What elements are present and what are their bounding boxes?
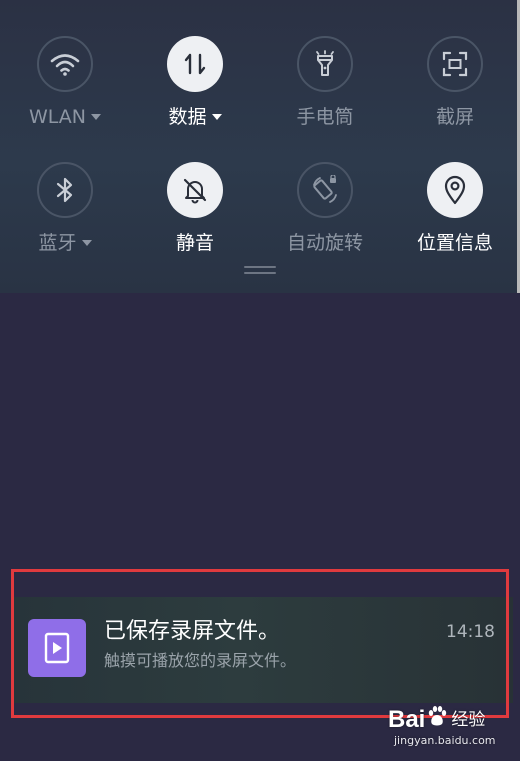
screenshot-icon	[427, 36, 483, 92]
tile-wlan[interactable]: WLAN	[0, 27, 130, 147]
tile-mobile-data-label: 数据	[168, 105, 222, 129]
chevron-down-icon	[91, 114, 102, 120]
mute-bell-icon	[167, 162, 223, 218]
panel-drag-handle[interactable]	[244, 266, 276, 275]
tile-flashlight-label: 手电筒	[296, 106, 354, 128]
location-pin-icon	[427, 162, 483, 218]
tile-mobile-data[interactable]: 数据	[130, 27, 260, 147]
tile-bluetooth[interactable]: 蓝牙	[0, 153, 130, 273]
tile-auto-rotate-label: 自动旋转	[286, 232, 363, 254]
chevron-down-icon	[211, 114, 222, 120]
baidu-jingyan-watermark: Bai 经验 jingyan.baidu.com	[388, 705, 498, 749]
highlight-box	[11, 569, 509, 718]
tile-screenshot[interactable]: 截屏	[390, 27, 520, 147]
tile-location-label: 位置信息	[416, 232, 493, 254]
watermark-brand-left: Bai	[388, 705, 426, 733]
tile-mute-label: 静音	[175, 232, 214, 254]
chevron-down-icon	[81, 240, 92, 246]
wifi-icon	[37, 36, 93, 92]
tile-wlan-label: WLAN	[29, 105, 102, 129]
auto-rotate-icon	[297, 162, 353, 218]
mobile-data-icon	[167, 36, 223, 92]
quick-settings-panel: WLAN 数据 手电筒 截屏 蓝牙 静音 自动旋转 位置信息	[0, 0, 520, 293]
watermark-url: jingyan.baidu.com	[394, 734, 496, 747]
tile-auto-rotate[interactable]: 自动旋转	[260, 153, 390, 273]
tile-bluetooth-label: 蓝牙	[38, 231, 92, 255]
flashlight-icon	[297, 36, 353, 92]
paw-logo-icon	[426, 705, 448, 734]
bluetooth-icon	[37, 162, 93, 218]
quick-settings-grid: WLAN 数据 手电筒 截屏 蓝牙 静音 自动旋转 位置信息	[0, 0, 520, 293]
tile-mute[interactable]: 静音	[130, 153, 260, 273]
watermark-brand-right: 经验	[451, 709, 486, 729]
tile-location[interactable]: 位置信息	[390, 153, 520, 273]
tile-screenshot-label: 截屏	[435, 106, 474, 128]
tile-flashlight[interactable]: 手电筒	[260, 27, 390, 147]
